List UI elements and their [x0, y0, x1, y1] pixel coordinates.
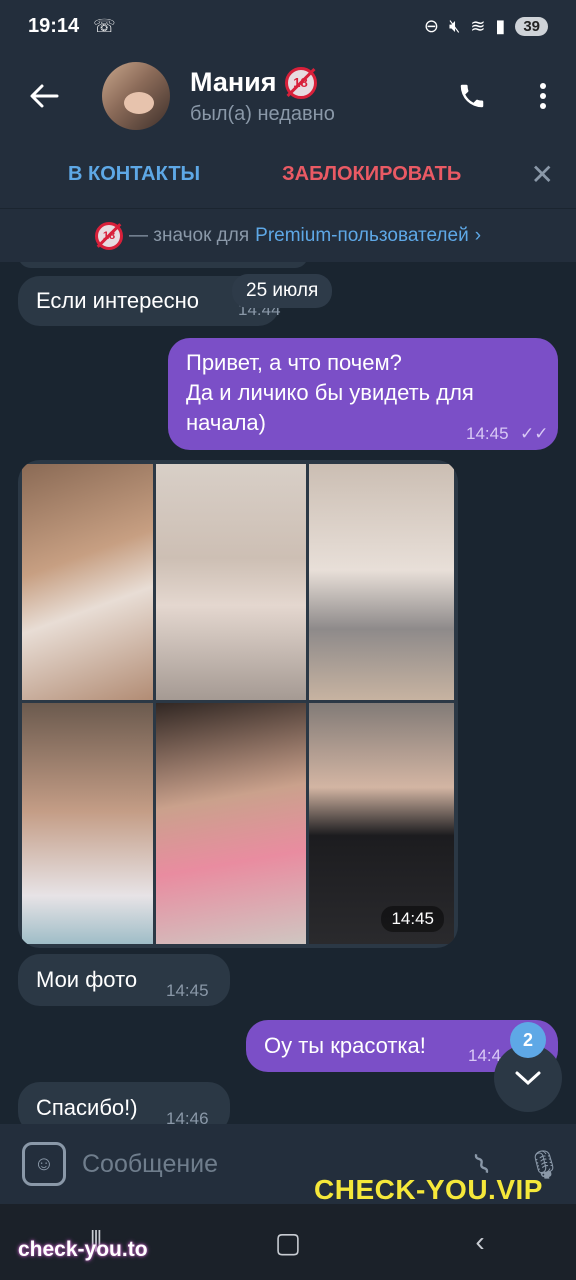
message-bubble-incoming[interactable]: Мои фото 14:45: [18, 954, 230, 1006]
contact-actions-bar: В КОНТАКТЫ ЗАБЛОКИРОВАТЬ ✕: [0, 140, 576, 208]
message-time: 14:45: [166, 981, 209, 1000]
message-time: 14:45: [381, 906, 444, 932]
message-time: 14:46: [166, 1109, 209, 1124]
block-user-button[interactable]: ЗАБЛОКИРОВАТЬ: [282, 163, 461, 186]
missed-call-icon: ☏: [93, 15, 116, 36]
mute-icon: 🔇︎: [448, 15, 461, 36]
unread-count-badge: 2: [510, 1022, 546, 1058]
message-bubble-partial: [18, 262, 308, 268]
photo-1[interactable]: [22, 464, 153, 700]
avatar[interactable]: [102, 62, 170, 130]
battery-indicator: 39: [515, 16, 548, 36]
wifi-icon: ≋: [470, 15, 486, 36]
message-text: Привет, а что почем? Да и личико бы увид…: [186, 350, 474, 435]
chat-header: Мания 18 был(а) недавно: [0, 52, 576, 140]
arrow-left-icon: [30, 84, 59, 108]
premium-banner-text: — значок для: [128, 224, 250, 246]
watermark-bottom: check-you.to: [18, 1238, 148, 1261]
status-time: 19:14: [28, 14, 80, 37]
photo-5[interactable]: [156, 703, 306, 944]
back-button[interactable]: [0, 52, 88, 140]
message-list[interactable]: Если интересно 14:44 25 июля Привет, а ч…: [0, 262, 576, 1124]
phone-icon: [460, 84, 484, 108]
adult-badge-icon: 18: [284, 66, 317, 99]
back-nav-icon[interactable]: ‹: [420, 1226, 540, 1258]
chat-title-block[interactable]: Мания 18 был(а) недавно: [190, 66, 434, 126]
message-bubble-incoming[interactable]: Спасибо!) 14:46: [18, 1082, 230, 1124]
message-text: Если интересно: [36, 288, 200, 313]
read-receipt-icon: ✓✓: [520, 424, 549, 443]
photo-2[interactable]: [156, 464, 306, 700]
chevron-right-icon: ›: [474, 224, 482, 246]
date-separator: 25 июля: [232, 274, 333, 308]
more-menu-button[interactable]: [510, 52, 576, 140]
message-bubble-outgoing[interactable]: Привет, а что почем? Да и личико бы увид…: [168, 338, 558, 450]
last-seen-status: был(а) недавно: [190, 102, 335, 125]
message-text: Спасибо!): [36, 1095, 138, 1120]
add-contact-button[interactable]: В КОНТАКТЫ: [68, 163, 200, 186]
call-button[interactable]: [434, 52, 510, 140]
more-vertical-icon: [540, 83, 546, 89]
chevron-down-icon: [515, 1071, 541, 1086]
message-text: Мои фото: [36, 967, 138, 992]
premium-banner[interactable]: 18 — значок для Premium-пользователей ›: [0, 208, 576, 262]
premium-link[interactable]: Premium-пользователей: [255, 225, 469, 247]
dnd-icon: ⊖: [423, 15, 439, 36]
message-time: 14:45: [466, 424, 509, 443]
contact-name: Мания: [190, 67, 277, 97]
sticker-icon[interactable]: ☺: [22, 1142, 66, 1186]
photo-4[interactable]: [22, 703, 153, 944]
photo-3[interactable]: [309, 464, 454, 700]
close-icon[interactable]: ✕: [531, 158, 554, 191]
photo-album[interactable]: 14:45: [18, 460, 458, 948]
message-text: Оу ты красотка!: [264, 1033, 426, 1058]
status-bar: 19:14 ☏ ⊖ 🔇︎ ≋ ▮ 39: [0, 0, 576, 52]
signal-icon: ▮: [495, 15, 506, 36]
home-icon[interactable]: ▢: [228, 1226, 348, 1259]
adult-badge-icon: 18: [94, 221, 123, 250]
watermark-top: CHECK-YOU.VIP: [314, 1174, 543, 1205]
